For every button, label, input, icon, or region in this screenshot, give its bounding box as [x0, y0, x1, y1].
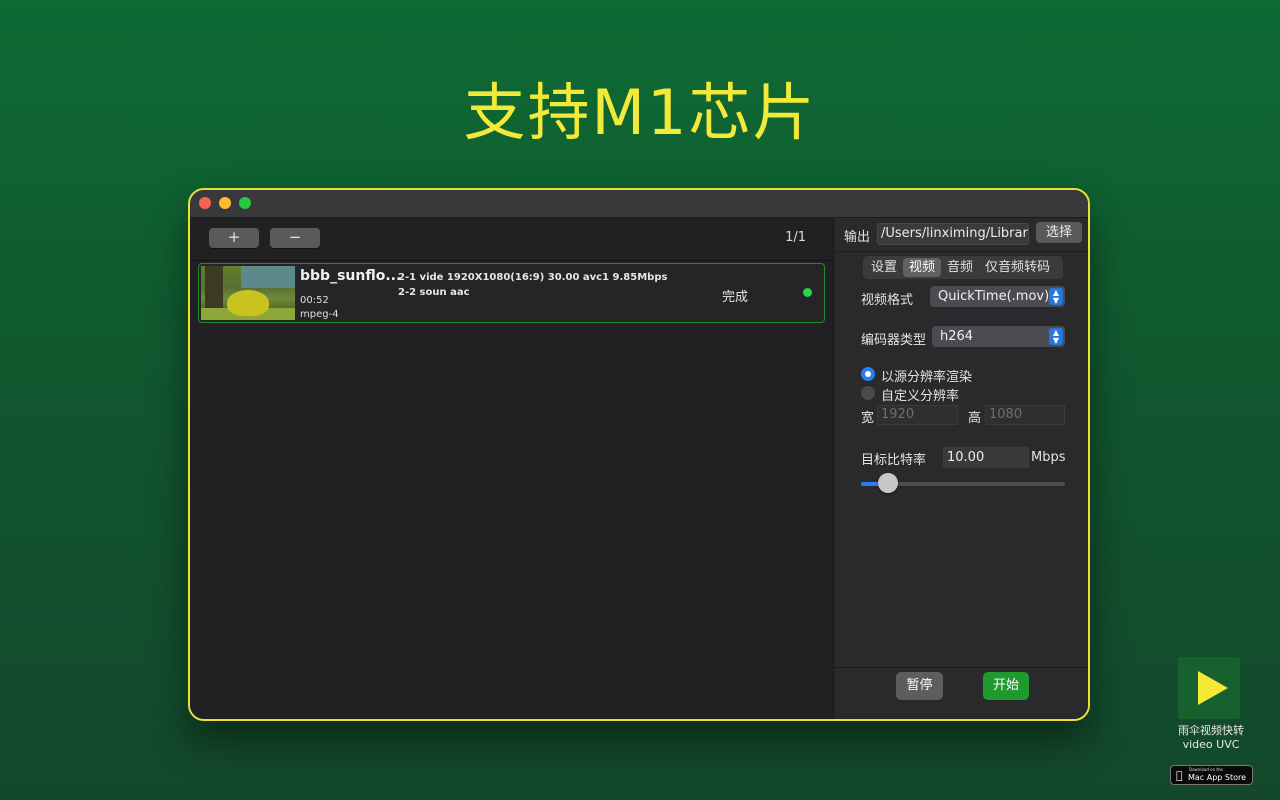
divider	[834, 251, 1088, 252]
zoom-window-button[interactable]	[239, 197, 251, 209]
tab-settings[interactable]: 设置	[865, 258, 903, 277]
source-resolution-radio[interactable]	[861, 367, 875, 381]
width-field[interactable]: 1920	[877, 405, 958, 425]
audio-stream-info: 2-2 soun aac	[398, 287, 470, 298]
tab-audio-only[interactable]: 仅音频转码	[979, 258, 1056, 277]
select-stepper-icon: ▲ ▼	[1049, 288, 1063, 305]
encoder-label: 编码器类型	[861, 333, 927, 348]
width-label: 宽	[861, 411, 875, 426]
settings-tabs: 设置 视频 音频 仅音频转码	[863, 256, 1063, 279]
apple-logo-icon: 	[1176, 769, 1183, 782]
minimize-window-button[interactable]	[219, 197, 231, 209]
video-format-label: 视频格式	[861, 293, 914, 308]
file-row[interactable]: bbb_sunflo... 00:52 mpeg-4 2-1 vide 1920…	[198, 263, 825, 323]
app-name-line1: 雨伞视频快转	[1178, 724, 1244, 737]
bitrate-label: 目标比特率	[861, 453, 927, 468]
app-window: + − 1/1 bbb_sunflo... 00:52 mpeg-4 2-1 v…	[188, 188, 1090, 721]
divider	[834, 667, 1088, 668]
add-file-button[interactable]: +	[209, 228, 259, 248]
remove-file-button[interactable]: −	[270, 228, 320, 248]
divider	[190, 260, 832, 261]
page-count: 1/1	[785, 230, 806, 245]
file-duration: 00:52	[300, 295, 329, 306]
source-resolution-label: 以源分辨率渲染	[881, 370, 973, 385]
height-field[interactable]: 1080	[985, 405, 1065, 425]
file-list-pane: + − 1/1 bbb_sunflo... 00:52 mpeg-4 2-1 v…	[190, 218, 832, 719]
bitrate-unit: Mbps	[1031, 450, 1066, 465]
custom-resolution-label: 自定义分辨率	[881, 389, 960, 404]
video-format-value: QuickTime(.mov)	[938, 289, 1050, 304]
store-badge-small-text: Download on the	[1189, 767, 1223, 772]
file-status: 完成	[722, 290, 749, 305]
title-bar[interactable]	[190, 190, 1088, 218]
app-name-line2: video UVC	[1182, 738, 1240, 751]
encoder-value: h264	[940, 329, 974, 344]
pause-button[interactable]: 暂停	[896, 672, 943, 700]
bitrate-slider-handle[interactable]	[878, 473, 898, 493]
video-thumbnail	[201, 266, 295, 320]
promo-headline: 支持M1芯片	[463, 76, 817, 149]
status-indicator-icon	[803, 288, 812, 297]
settings-pane: 输出 /Users/linximing/Library/Containers 选…	[833, 218, 1088, 719]
store-badge-text: Mac App Store	[1188, 773, 1247, 782]
encoder-select[interactable]: h264 ▲ ▼	[932, 326, 1065, 347]
height-label: 高	[968, 411, 982, 426]
tab-audio[interactable]: 音频	[941, 258, 979, 277]
close-window-button[interactable]	[199, 197, 211, 209]
mac-app-store-badge[interactable]:  Download on the Mac App Store	[1170, 765, 1253, 785]
custom-resolution-radio[interactable]	[861, 386, 875, 400]
app-icon	[1178, 657, 1240, 719]
start-button[interactable]: 开始	[983, 672, 1029, 700]
video-stream-info: 2-1 vide 1920X1080(16:9) 30.00 avc1 9.85…	[398, 272, 668, 283]
video-format-select[interactable]: QuickTime(.mov) ▲ ▼	[930, 286, 1065, 307]
bitrate-input[interactable]: 10.00	[943, 447, 1029, 468]
app-name: 雨伞视频快转 video UVC	[1160, 724, 1262, 752]
tab-video[interactable]: 视频	[903, 258, 942, 277]
select-stepper-icon: ▲ ▼	[1049, 328, 1063, 345]
output-path-field[interactable]: /Users/linximing/Library/Containers	[877, 223, 1029, 245]
play-icon	[1198, 671, 1228, 705]
output-label: 输出	[844, 230, 871, 245]
file-name: bbb_sunflo...	[300, 268, 402, 284]
file-container: mpeg-4	[300, 309, 339, 320]
choose-output-button[interactable]: 选择	[1036, 222, 1082, 243]
